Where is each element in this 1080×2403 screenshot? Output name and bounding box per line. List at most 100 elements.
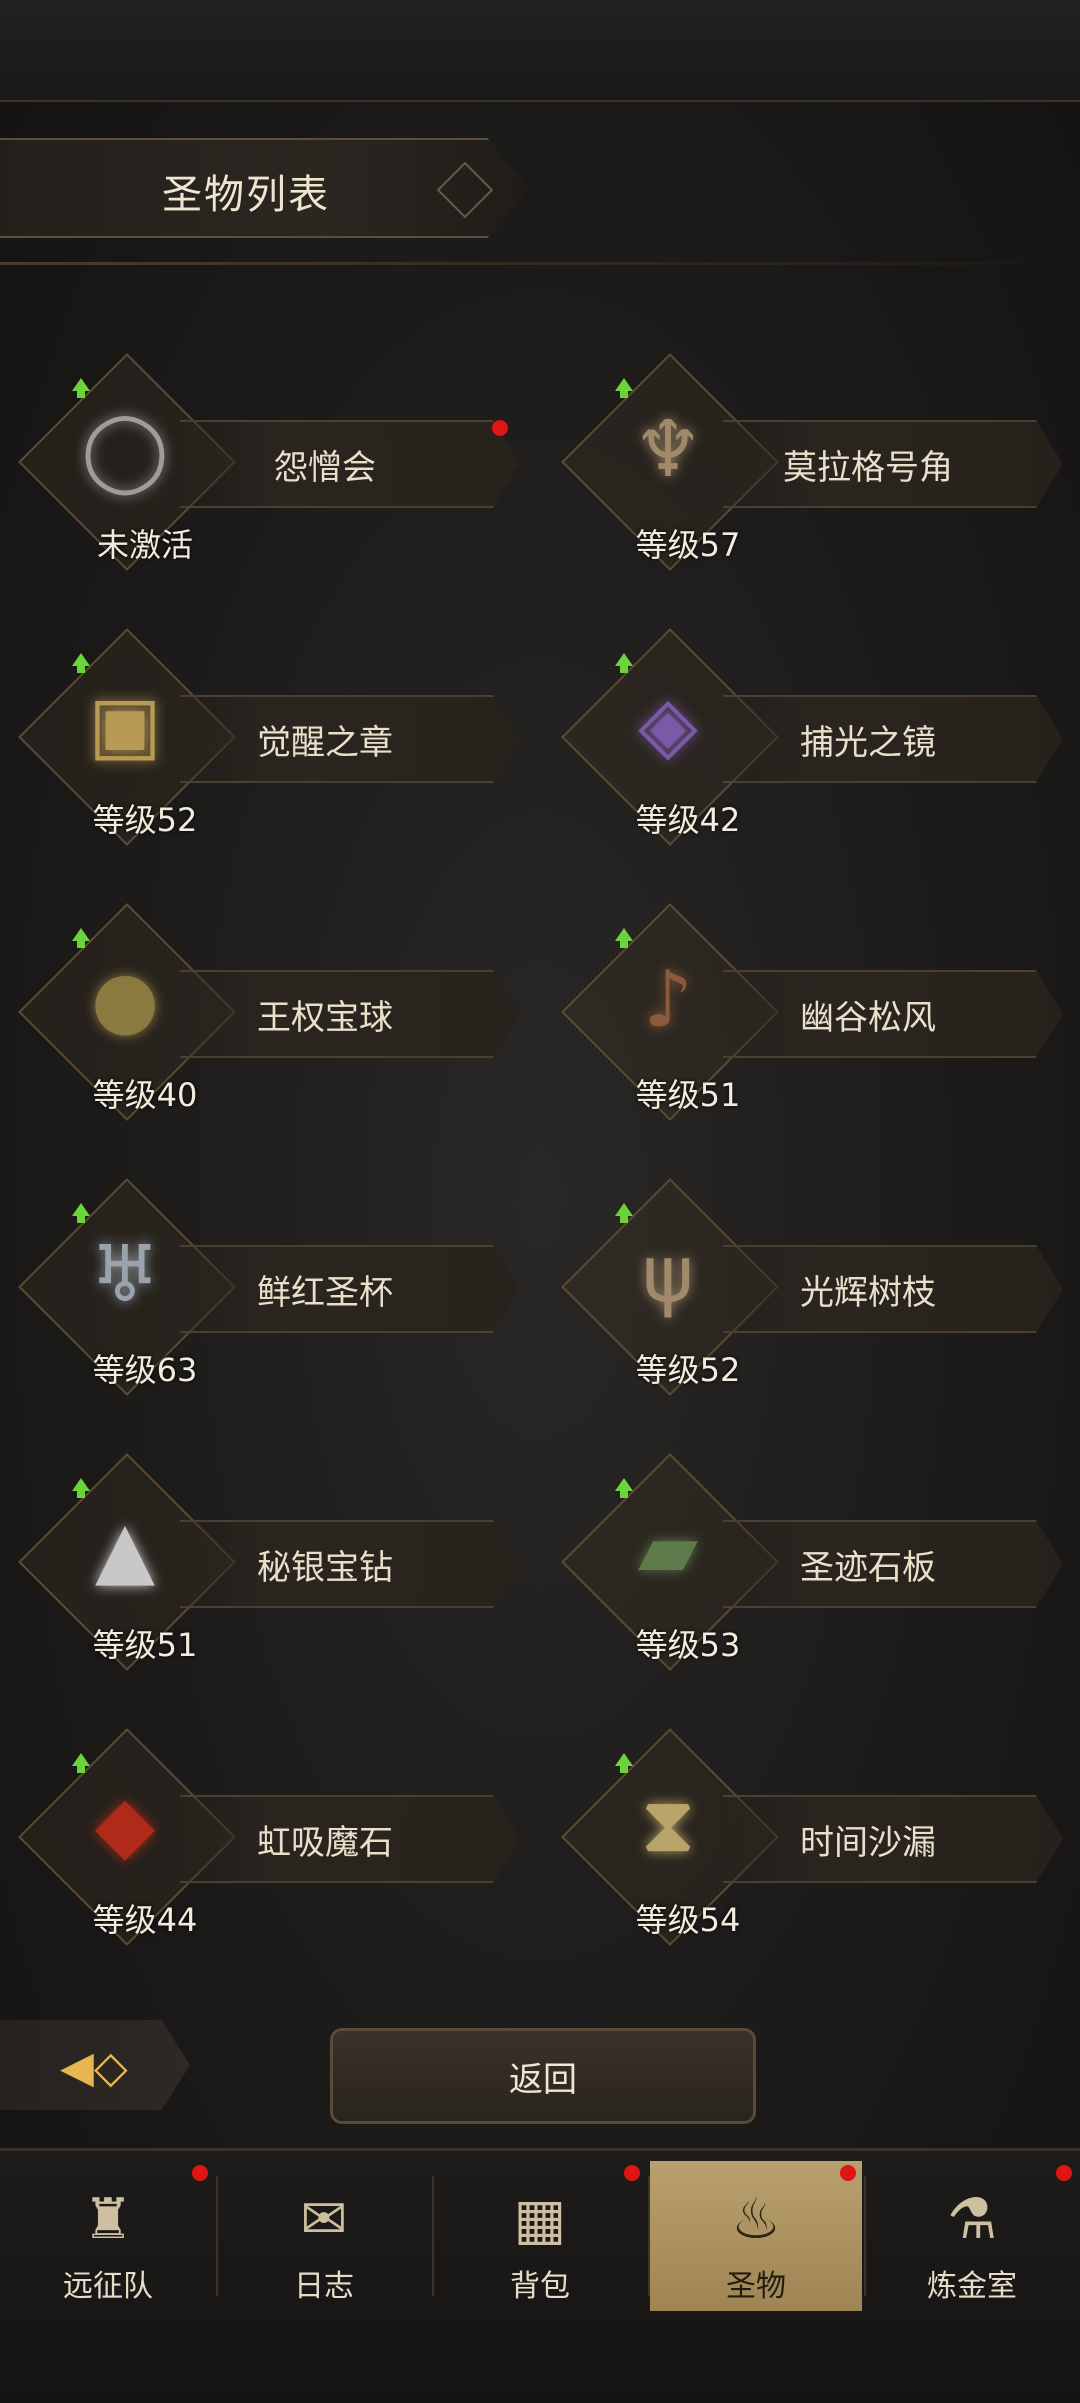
nav-label: 远征队: [63, 2269, 153, 2304]
relic-level: 等级52: [92, 801, 198, 839]
orb-icon: ●: [90, 955, 160, 1045]
upgrade-arrow-stem: [620, 1766, 628, 1773]
notification-dot: [840, 2165, 856, 2181]
relic-level: 未激活: [96, 526, 193, 564]
top-status-bar: [0, 0, 1080, 102]
relic-name: 捕光之镜: [800, 723, 936, 763]
branch-icon: ψ: [642, 1230, 694, 1320]
relic-card[interactable]: ▣ 觉醒之章等级52: [18, 628, 540, 846]
upgrade-arrow-icon: [72, 378, 90, 391]
relic-name: 怨憎会: [274, 448, 376, 488]
nav-label: 日志: [294, 2269, 354, 2304]
relic-name: 秘银宝钻: [257, 1548, 393, 1588]
bottom-nav: ♜ 远征队 ✉ 日志 ▦ 背包 ♨ 圣物 ⚗ 炼金室: [0, 2148, 1080, 2403]
upgrade-arrow-stem: [620, 666, 628, 673]
upgrade-arrow-stem: [77, 666, 85, 673]
arrow-left-icon: ◀◇: [60, 2042, 128, 2093]
nav-label: 炼金室: [927, 2269, 1017, 2304]
nav-item[interactable]: ♜ 远征队: [2, 2161, 214, 2311]
notification-dot: [192, 2165, 208, 2181]
relic-level: 等级44: [92, 1901, 198, 1939]
upgrade-arrow-icon: [72, 928, 90, 941]
upgrade-arrow-icon: [72, 653, 90, 666]
nav-label: 背包: [510, 2269, 570, 2304]
chalice-icon: ♅: [90, 1230, 160, 1320]
relic-level: 等级42: [635, 801, 741, 839]
lute-icon: ♪: [643, 955, 693, 1045]
relic-name: 光辉树枝: [800, 1273, 936, 1313]
relic-name: 虹吸魔石: [257, 1823, 393, 1863]
relic-level: 等级57: [635, 526, 741, 564]
upgrade-arrow-icon: [72, 1203, 90, 1216]
relic-card[interactable]: ⧗ 时间沙漏等级54: [561, 1728, 1080, 1946]
upgrade-arrow-stem: [77, 1491, 85, 1498]
relic-list[interactable]: ◯ 怨憎会未激活 ♆ 莫拉格号角等级57 ▣ 觉醒之章等级52 ◈ 捕光之镜等级42 ● 王权宝球…: [0, 340, 1080, 1960]
notification-dot: [492, 420, 508, 436]
scroll-left-button[interactable]: ◀◇: [0, 2020, 190, 2110]
upgrade-arrow-stem: [620, 1216, 628, 1223]
mirror-icon: ◈: [638, 680, 698, 770]
back-button[interactable]: 返回: [330, 2028, 756, 2124]
relic-card[interactable]: ● 王权宝球等级40: [18, 903, 540, 1121]
relic-name: 圣迹石板: [800, 1548, 936, 1588]
upgrade-arrow-stem: [620, 391, 628, 398]
relic-card[interactable]: ♆ 莫拉格号角等级57: [561, 353, 1080, 571]
upgrade-arrow-stem: [620, 1491, 628, 1498]
relic-card[interactable]: ▲ 秘银宝钻等级51: [18, 1453, 540, 1671]
relic-name: 幽谷松风: [800, 998, 936, 1038]
relic-card[interactable]: ♅ 鲜红圣杯等级63: [18, 1178, 540, 1396]
upgrade-arrow-icon: [615, 1753, 633, 1766]
diamond-ornament-icon: [436, 161, 494, 219]
scroll-icon: ✉: [300, 2187, 348, 2252]
relic-level: 等级51: [92, 1626, 198, 1664]
relic-level: 等级54: [635, 1901, 741, 1939]
hourglass-icon: ⧗: [640, 1779, 696, 1870]
upgrade-arrow-stem: [77, 941, 85, 948]
relic-card[interactable]: ◈ 捕光之镜等级42: [561, 628, 1080, 846]
brazier-icon: ♨: [730, 2187, 782, 2252]
relic-card[interactable]: ◯ 怨憎会未激活: [18, 353, 540, 571]
relic-name: 鲜红圣杯: [257, 1273, 393, 1313]
relic-card[interactable]: ▰ 圣迹石板等级53: [561, 1453, 1080, 1671]
upgrade-arrow-icon: [615, 378, 633, 391]
upgrade-arrow-icon: [72, 1478, 90, 1491]
book-icon: ▣: [88, 680, 162, 770]
nav-item[interactable]: ♨ 圣物: [650, 2161, 862, 2311]
upgrade-arrow-icon: [615, 1203, 633, 1216]
relic-level: 等级40: [92, 1076, 198, 1114]
bracelet-icon: ◯: [81, 405, 169, 495]
upgrade-arrow-icon: [615, 653, 633, 666]
nav-item[interactable]: ▦ 背包: [434, 2161, 646, 2311]
relic-card[interactable]: ♪ 幽谷松风等级51: [561, 903, 1080, 1121]
relic-level: 等级63: [92, 1351, 198, 1389]
notification-dot: [1056, 2165, 1072, 2181]
upgrade-arrow-icon: [615, 1478, 633, 1491]
stone-icon: ◆: [95, 1780, 155, 1870]
backpack-icon: ▦: [513, 2187, 567, 2252]
nav-item[interactable]: ✉ 日志: [218, 2161, 430, 2311]
upgrade-arrow-stem: [77, 391, 85, 398]
relic-name: 时间沙漏: [800, 1823, 936, 1863]
nav-item[interactable]: ⚗ 炼金室: [866, 2161, 1078, 2311]
relic-level: 等级53: [635, 1626, 741, 1664]
alchemy-icon: ⚗: [946, 2187, 998, 2252]
relic-name: 王权宝球: [257, 998, 393, 1038]
relic-level: 等级52: [635, 1351, 741, 1389]
upgrade-arrow-stem: [620, 941, 628, 948]
helmet-icon: ♜: [82, 2187, 134, 2252]
relic-level: 等级51: [635, 1076, 741, 1114]
notification-dot: [624, 2165, 640, 2181]
nav-label: 圣物: [726, 2269, 786, 2304]
relic-name: 觉醒之章: [257, 723, 393, 763]
relic-card[interactable]: ◆ 虹吸魔石等级44: [18, 1728, 540, 1946]
header-divider: [0, 262, 1080, 265]
page-title: 圣物列表: [162, 172, 330, 218]
pyramid-icon: ▲: [95, 1505, 155, 1595]
tablet-icon: ▰: [638, 1505, 698, 1595]
upgrade-arrow-stem: [77, 1766, 85, 1773]
relic-name: 莫拉格号角: [783, 448, 953, 488]
upgrade-arrow-icon: [72, 1753, 90, 1766]
horn-icon: ♆: [633, 405, 703, 495]
page-header: 圣物列表: [0, 138, 530, 238]
relic-card[interactable]: ψ 光辉树枝等级52: [561, 1178, 1080, 1396]
